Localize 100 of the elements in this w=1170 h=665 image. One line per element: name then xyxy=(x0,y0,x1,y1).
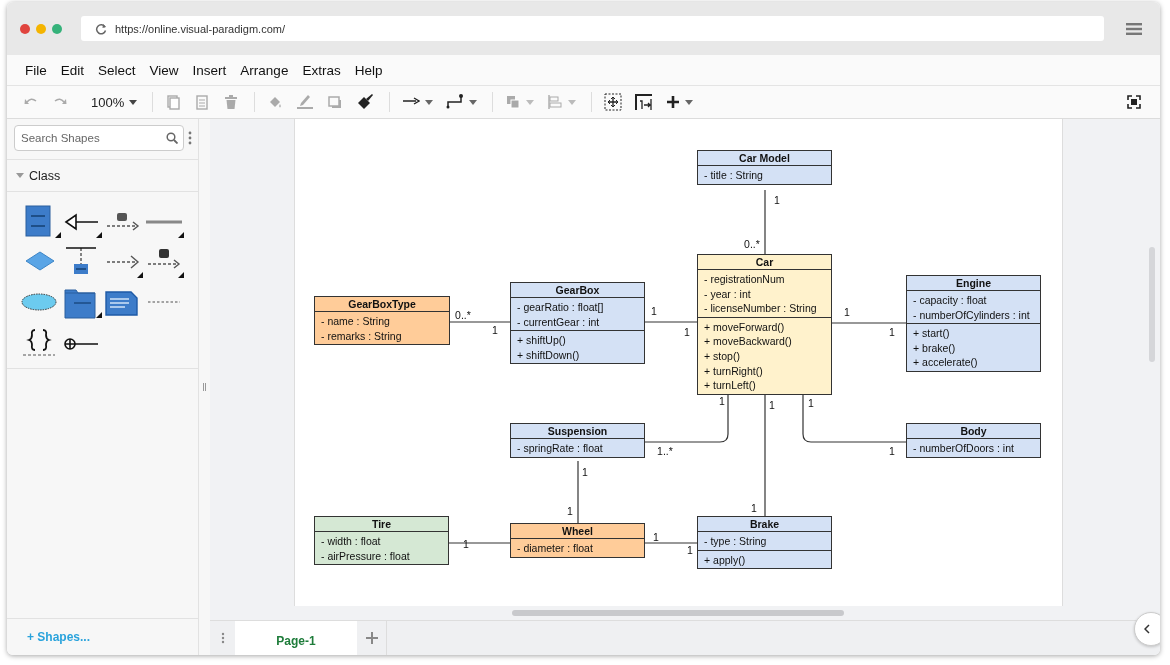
format-brush-icon xyxy=(356,93,375,111)
class-name: Body xyxy=(907,424,1040,439)
class-name: Wheel xyxy=(511,524,644,539)
window-controls-icon[interactable] xyxy=(19,22,63,35)
class-name: GearBox xyxy=(511,283,644,298)
multiplicity-label: 1 xyxy=(463,538,469,550)
class-attribute: - currentGear : int xyxy=(517,314,601,330)
reload-icon[interactable] xyxy=(95,22,107,35)
caret-icon xyxy=(129,99,138,105)
association-line[interactable] xyxy=(644,542,698,544)
vertical-scrollbar[interactable] xyxy=(1149,247,1155,362)
class-name: GearBoxType xyxy=(315,297,449,312)
class-name: Brake xyxy=(698,517,831,532)
class-attribute: - title : String xyxy=(704,168,764,183)
class-box[interactable]: Brake - type : String + apply() xyxy=(697,516,832,570)
more-options-icon[interactable] xyxy=(221,632,225,644)
address-bar[interactable]: https://online.visual-paradigm.com/ xyxy=(81,16,1104,41)
association-line[interactable] xyxy=(644,321,698,323)
class-name: Tire xyxy=(315,517,448,532)
class-box[interactable]: Car - registrationNum - year : int - licenseNumber : String + moveForward() + moveBackward() + stop() + turnRight() + turnLeft() xyxy=(697,254,832,395)
multiplicity-label: 1 xyxy=(889,445,895,457)
class-name: Car Model xyxy=(698,151,831,166)
pencil-icon xyxy=(296,93,315,111)
class-attribute: - numberOfDoors : int xyxy=(913,441,1015,456)
class-operation: + turnLeft() xyxy=(704,378,757,393)
association-line[interactable] xyxy=(448,542,511,544)
multiplicity-label: 1 xyxy=(492,324,498,336)
class-box[interactable]: Car Model - title : String xyxy=(697,150,832,185)
trash-icon xyxy=(223,94,240,110)
horizontal-scrollbar[interactable] xyxy=(512,610,844,616)
class-operation: + accelerate() xyxy=(913,355,979,370)
menu-item[interactable]: File xyxy=(19,62,53,78)
multiplicity-label: 1 xyxy=(844,306,850,318)
class-box[interactable]: GearBoxType - name : String - remarks : String xyxy=(314,296,450,346)
class-box[interactable]: Tire - width : float - airPressure : float xyxy=(314,516,449,566)
menu-item[interactable]: Insert xyxy=(186,62,233,78)
class-attribute: - gearRatio : float[] xyxy=(517,300,605,315)
multiplicity-label: 1 xyxy=(567,505,573,517)
class-attribute: - numberOfCylinders : int xyxy=(913,307,1031,323)
class-operation: + start() xyxy=(913,326,951,341)
page-tab[interactable]: Page-1 xyxy=(235,621,357,655)
search-icon[interactable] xyxy=(166,132,178,144)
multiplicity-label: 1 xyxy=(582,466,588,478)
class-operation: + moveBackward() xyxy=(704,334,793,349)
class-box[interactable]: GearBox - gearRatio : float[] - currentGear : int + shiftUp() + shiftDown() xyxy=(510,282,645,365)
association-line[interactable] xyxy=(449,321,511,323)
class-attribute: - width : float xyxy=(321,534,382,549)
caret-icon xyxy=(425,99,434,105)
page-size-icon xyxy=(635,93,654,111)
align-icon xyxy=(547,94,564,110)
menu-item[interactable]: Arrange xyxy=(234,62,295,78)
plus-icon xyxy=(365,632,378,644)
fit-page-icon xyxy=(604,93,623,111)
chevron-left-icon xyxy=(1144,624,1150,634)
menu-item[interactable]: Help xyxy=(348,62,389,78)
multiplicity-label: 1 xyxy=(808,397,814,409)
paste-icon xyxy=(194,94,211,110)
zoom-dropdown[interactable]: 100% xyxy=(77,90,142,114)
menu-item[interactable]: View xyxy=(143,62,185,78)
menu-item[interactable]: Edit xyxy=(54,62,91,78)
caret-icon xyxy=(526,99,535,105)
url-text: https://online.visual-paradigm.com/ xyxy=(115,22,285,35)
class-box[interactable]: Engine - capacity : float - numberOfCylinders : int + start() + brake() + accelerate() xyxy=(906,275,1041,372)
class-operation: + stop() xyxy=(704,348,741,364)
class-operation: + shiftDown() xyxy=(517,347,581,363)
class-name: Car xyxy=(698,255,831,270)
multiplicity-label: 1 xyxy=(889,326,895,338)
menu-item[interactable]: Extras xyxy=(296,62,347,78)
elbow-connector-icon xyxy=(446,93,465,111)
caret-icon xyxy=(469,99,478,105)
multiplicity-label: 1 xyxy=(769,399,775,411)
search-field[interactable]: Search Shapes xyxy=(14,125,184,151)
class-operation: + shiftUp() xyxy=(517,333,567,348)
caret-icon xyxy=(685,99,694,105)
multiplicity-label: 1 xyxy=(751,502,757,514)
class-box[interactable]: Wheel - diameter : float xyxy=(510,523,645,558)
class-operation: + turnRight() xyxy=(704,363,764,379)
class-box[interactable]: Body - numberOfDoors : int xyxy=(906,423,1041,458)
class-name: Engine xyxy=(907,276,1040,291)
class-attribute: - remarks : String xyxy=(321,328,403,344)
multiplicity-label: 1 xyxy=(653,531,659,543)
menu-icon[interactable] xyxy=(1126,22,1142,35)
multiplicity-label: 1 xyxy=(651,305,657,317)
plus-icon xyxy=(666,95,681,109)
shadow-box-icon xyxy=(327,94,344,110)
collapse-caret-icon[interactable] xyxy=(16,173,24,178)
class-attribute: - licenseNumber : String xyxy=(704,301,818,316)
class-name: Suspension xyxy=(511,424,644,439)
class-operation: + moveForward() xyxy=(704,319,786,335)
more-options-icon[interactable] xyxy=(188,131,192,145)
menu-item[interactable]: Select xyxy=(92,62,142,78)
class-operation: + apply() xyxy=(704,552,747,568)
class-attribute: - year : int xyxy=(704,286,752,302)
class-box[interactable]: Suspension - springRate : float xyxy=(510,423,645,458)
multiplicity-label: 1 xyxy=(687,544,693,556)
class-attribute: - registrationNum xyxy=(704,272,786,287)
class-attribute: - springRate : float xyxy=(517,441,604,456)
association-line[interactable] xyxy=(831,322,907,324)
multiplicity-label: 0..* xyxy=(744,238,760,250)
class-operation: + brake() xyxy=(913,340,957,356)
